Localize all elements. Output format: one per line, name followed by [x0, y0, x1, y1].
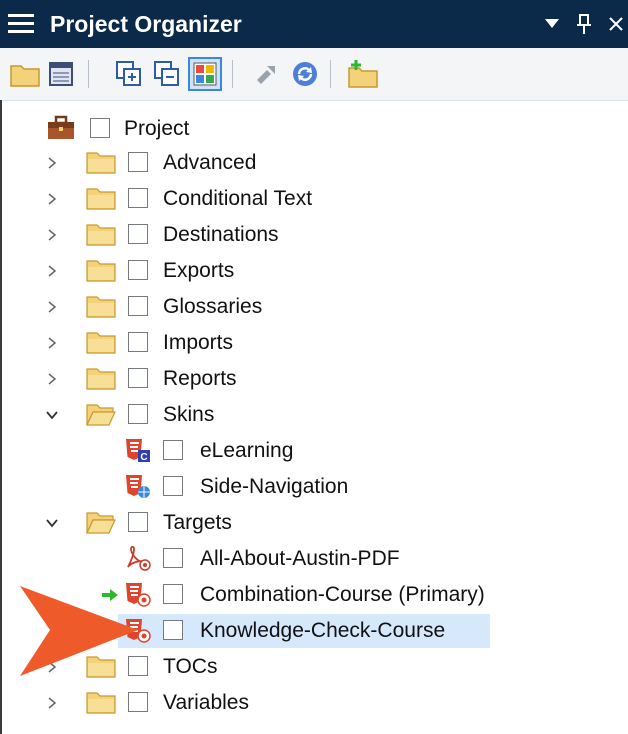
tree-item-label: Advanced — [163, 151, 257, 174]
item-checkbox[interactable] — [128, 404, 148, 424]
tree-item-advanced[interactable]: Advanced — [0, 146, 628, 180]
open-folder-icon[interactable] — [8, 57, 42, 91]
tree-item-label: Exports — [163, 259, 235, 282]
item-checkbox[interactable] — [128, 152, 148, 172]
tree-item-destinations[interactable]: Destinations — [0, 218, 628, 252]
tree-item-all-about-austin-pdf[interactable]: All-About-Austin-PDF — [0, 542, 628, 576]
tree-item-label: TOCs — [163, 655, 218, 678]
build-icon[interactable] — [250, 57, 284, 91]
tree-item-imports[interactable]: Imports — [0, 326, 628, 360]
tree-item-label: All-About-Austin-PDF — [200, 547, 400, 570]
menu-icon[interactable] — [8, 12, 34, 36]
toolbar-separator — [232, 60, 233, 88]
open-folder-icon — [86, 512, 116, 534]
tree-item-conditional-text[interactable]: Conditional Text — [0, 182, 628, 216]
html5-skin-icon: C — [126, 439, 150, 463]
tree-item-label: Skins — [163, 403, 215, 426]
item-checkbox[interactable] — [128, 512, 148, 532]
item-checkbox[interactable] — [163, 548, 183, 568]
chevron-right-icon[interactable] — [44, 263, 60, 279]
project-organizer-window: Project Organizer Project Advanced Condi… — [0, 0, 628, 734]
chevron-right-icon[interactable] — [44, 191, 60, 207]
item-checkbox[interactable] — [128, 332, 148, 352]
tree-item-exports[interactable]: Exports — [0, 254, 628, 288]
tree-item-elearning[interactable]: C eLearning — [0, 434, 628, 468]
item-checkbox[interactable] — [128, 692, 148, 712]
chevron-right-icon[interactable] — [44, 227, 60, 243]
tree-item-reports[interactable]: Reports — [0, 362, 628, 396]
item-checkbox[interactable] — [128, 296, 148, 316]
new-folder-icon[interactable] — [346, 57, 380, 91]
callout-arrow-icon — [20, 586, 138, 676]
folder-icon — [86, 692, 116, 714]
item-checkbox[interactable] — [163, 476, 183, 496]
properties-icon[interactable] — [44, 57, 78, 91]
toolbar-separator — [88, 60, 89, 88]
tree-root-project[interactable]: Project — [0, 112, 628, 146]
tree-item-targets[interactable]: Targets — [0, 506, 628, 540]
tree-item-label: Knowledge-Check-Course — [200, 619, 446, 642]
tree-item-label: Side-Navigation — [200, 475, 349, 498]
expand-all-icon[interactable] — [112, 57, 146, 91]
tree-item-side-navigation[interactable]: Side-Navigation — [0, 470, 628, 504]
item-checkbox[interactable] — [128, 188, 148, 208]
item-checkbox[interactable] — [163, 584, 183, 604]
folder-icon — [86, 188, 116, 210]
svg-text:C: C — [140, 452, 147, 463]
tree-item-label: Reports — [163, 367, 237, 390]
tree-item-label: Imports — [163, 331, 234, 354]
item-checkbox[interactable] — [163, 620, 183, 640]
item-checkbox[interactable] — [128, 368, 148, 388]
toolbar-separator — [330, 60, 331, 88]
pin-icon[interactable] — [572, 8, 596, 40]
chevron-right-icon[interactable] — [44, 695, 60, 711]
tree-item-label: Glossaries — [163, 295, 263, 318]
close-icon[interactable] — [604, 8, 628, 40]
refresh-icon[interactable] — [288, 57, 322, 91]
briefcase-icon — [48, 115, 74, 139]
chevron-right-icon[interactable] — [44, 299, 60, 315]
title-bar: Project Organizer — [0, 0, 628, 48]
window-title: Project Organizer — [50, 11, 242, 37]
chevron-right-icon[interactable] — [44, 371, 60, 387]
folder-icon — [86, 368, 116, 390]
html5-skin-globe-icon — [126, 475, 150, 498]
tree-item-label: Variables — [163, 691, 249, 714]
tree-item-variables[interactable]: Variables — [0, 686, 628, 720]
folder-icon — [86, 296, 116, 318]
tree-item-label: Project — [124, 117, 190, 140]
view-toggle-icon[interactable] — [188, 57, 222, 91]
collapse-all-icon[interactable] — [150, 57, 184, 91]
folder-icon — [86, 260, 116, 282]
folder-icon — [86, 152, 116, 174]
chevron-right-icon[interactable] — [44, 155, 60, 171]
chevron-down-icon[interactable] — [44, 407, 60, 423]
tree-item-label: Targets — [163, 511, 232, 534]
pdf-target-icon — [127, 545, 151, 571]
item-checkbox[interactable] — [128, 260, 148, 280]
toolbar — [0, 48, 628, 101]
project-checkbox[interactable] — [90, 118, 110, 138]
tree-item-label: eLearning — [200, 439, 294, 462]
folder-icon — [86, 332, 116, 354]
tree-item-glossaries[interactable]: Glossaries — [0, 290, 628, 324]
open-folder-icon — [86, 404, 116, 426]
folder-icon — [86, 224, 116, 246]
tree-item-label: Conditional Text — [163, 187, 313, 210]
chevron-right-icon[interactable] — [44, 335, 60, 351]
tree-item-skins[interactable]: Skins — [0, 398, 628, 432]
tree-item-label: Combination-Course (Primary) — [200, 583, 485, 606]
item-checkbox[interactable] — [163, 440, 183, 460]
tree-item-label: Destinations — [163, 223, 279, 246]
chevron-down-icon[interactable] — [44, 515, 60, 531]
dropdown-icon[interactable] — [540, 8, 564, 40]
item-checkbox[interactable] — [128, 224, 148, 244]
